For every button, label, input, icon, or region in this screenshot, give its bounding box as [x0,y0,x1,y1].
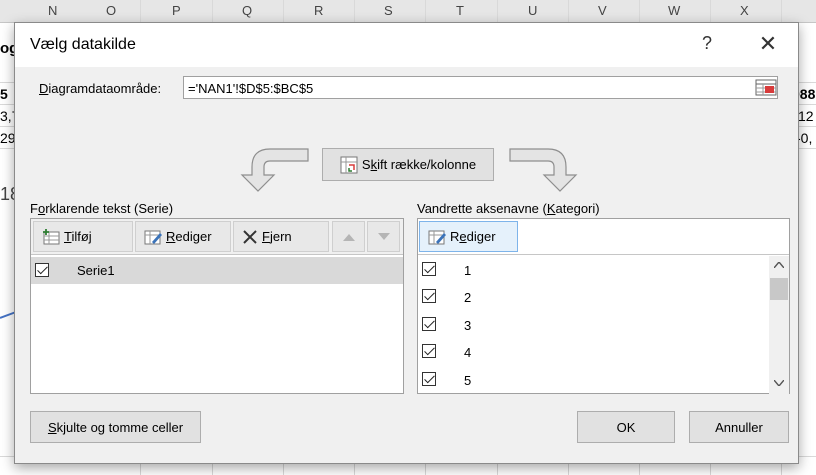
axis-labels-panel: Rediger 1 2 3 4 5 [417,218,790,394]
edit-axis-label: Rediger [450,229,496,244]
series-row[interactable]: Serie1 [31,257,403,284]
add-series-button[interactable]: Tilføj [33,221,133,252]
category-row[interactable]: 3 [418,311,789,338]
column-header: S [384,3,393,18]
remove-series-label: Fjern [262,229,292,244]
column-header: P [172,3,181,18]
cell-text: 5 [0,86,8,102]
category-label: 5 [464,373,472,388]
add-row-icon [43,228,60,244]
column-header: N [48,3,58,18]
column-header: R [314,3,324,18]
ok-button[interactable]: OK [577,411,675,443]
arrow-left-icon [240,148,309,192]
series-checkbox[interactable] [35,263,49,277]
category-row[interactable]: 1 [418,256,789,283]
scroll-up-icon[interactable] [774,262,784,268]
scroll-down-icon[interactable] [774,380,784,386]
category-scrollbar[interactable] [769,256,789,394]
edit-axis-button[interactable]: Rediger [419,221,518,252]
switch-row-column-button[interactable]: Skift række/kolonne [322,148,494,181]
edit-icon [428,230,446,244]
edit-series-button[interactable]: Rediger [135,221,231,252]
dialog-title: Vælg datakilde [30,36,136,53]
hidden-empty-cells-button[interactable]: Skjulte og tomme celler [30,411,201,443]
cell-text: 12 [798,108,814,124]
category-row[interactable]: 2 [418,283,789,310]
category-checkbox[interactable] [422,344,436,358]
edit-series-label: Rediger [166,229,212,244]
column-header: W [668,3,681,18]
triangle-up-icon [342,233,355,241]
move-down-button[interactable] [367,221,400,252]
delete-x-icon [243,229,257,244]
category-checkbox[interactable] [422,262,436,276]
legend-entries-label: Forklarende tekst (Serie) [30,201,174,216]
help-button[interactable]: ? [697,33,717,54]
legend-toolbar: Tilføj Rediger Fjern [31,219,403,255]
series-name: Serie1 [77,263,115,278]
dialog-titlebar: Vælg datakilde ? ✕ [15,23,798,67]
axis-labels-label: Vandrette aksenavne (Kategori) [417,201,600,216]
remove-series-button[interactable]: Fjern [233,221,329,252]
axis-toolbar: Rediger [418,219,789,255]
category-checkbox[interactable] [422,289,436,303]
move-up-button[interactable] [332,221,365,252]
category-checkbox[interactable] [422,317,436,331]
category-label: 1 [464,263,472,278]
legend-entries-panel: Tilføj Rediger Fjern Serie1 [30,218,404,394]
hidden-empty-cells-label: Skjulte og tomme celler [47,419,184,435]
column-header: O [106,3,117,18]
add-series-label: Tilføj [64,229,92,244]
chart-data-range-input[interactable]: ='NAN1'!$D$5:$BC$5 [183,76,778,99]
switch-row-column-label: Skift række/kolonne [361,157,477,172]
chart-data-range-label: Diagramdataområde: [39,81,162,96]
close-button[interactable]: ✕ [755,31,781,57]
range-collapse-icon[interactable] [755,78,777,97]
category-checkbox[interactable] [422,372,436,386]
category-row[interactable]: 5 [418,366,789,393]
column-headers: N O P Q R S T U V W X [0,0,816,23]
edit-icon [144,230,162,244]
triangle-down-icon [377,232,390,240]
arrow-right-icon [509,148,578,192]
category-label: 4 [464,345,472,360]
select-data-source-dialog: Vælg datakilde ? ✕ Diagramdataområde: ='… [14,22,799,464]
category-label: 2 [464,290,472,305]
column-header: Q [242,3,253,18]
scrollbar-thumb[interactable] [770,278,788,300]
category-row[interactable]: 4 [418,338,789,365]
column-header: V [598,3,607,18]
switch-icon [340,156,358,173]
column-header: X [740,3,749,18]
column-header: T [456,3,464,18]
category-label: 3 [464,318,472,333]
cancel-button[interactable]: Annuller [689,411,789,443]
column-header: U [528,3,538,18]
